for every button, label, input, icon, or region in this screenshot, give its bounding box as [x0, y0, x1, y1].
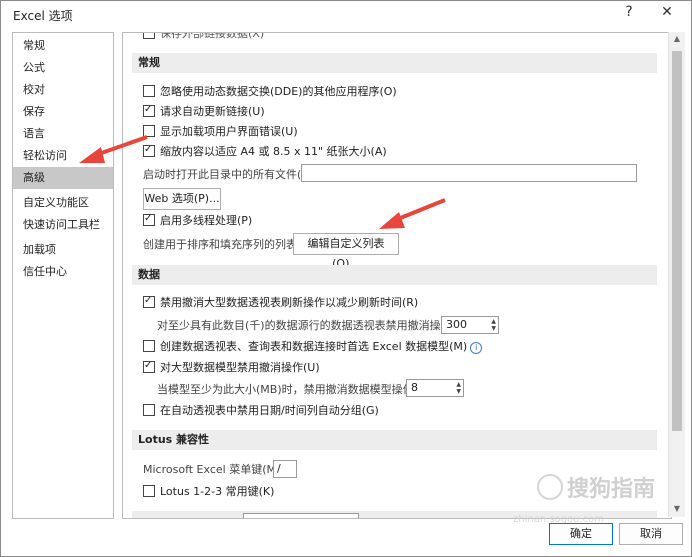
web-options-button[interactable]: Web 选项(P)... [143, 188, 221, 210]
ok-button[interactable]: 确定 [549, 523, 613, 545]
nav-item-advanced[interactable]: 高级 [13, 167, 113, 189]
nav-item-save[interactable]: 保存 [13, 101, 113, 123]
spinner-down-icon[interactable]: ▼ [456, 389, 461, 395]
model-size-label: 当模型至少为此大小(MB)时，禁用撤消数据模型操作(L): [157, 383, 433, 396]
pivot-rows-spinner[interactable]: 300 ▲ ▼ [441, 316, 499, 334]
edit-custom-lists-button[interactable]: 编辑自定义列表(O)... [293, 233, 399, 270]
option-prefer-excel-model[interactable]: 创建数据透视表、查询表和数据连接时首选 Excel 数据模型(M) i [143, 340, 483, 354]
close-icon[interactable]: ✕ [657, 4, 677, 22]
menu-key-input[interactable]: / [273, 460, 297, 478]
nav-item-trust-center[interactable]: 信任中心 [13, 261, 113, 283]
section-header-data: 数据 [132, 265, 657, 285]
startup-folder-input[interactable] [301, 164, 637, 182]
section-header-general: 常规 [132, 53, 657, 73]
options-content: 保存外部链接数据(X) 常规 忽略使用动态数据交换(DDE)的其他应用程序(O)… [122, 32, 672, 519]
window-title: Excel 选项 [13, 9, 73, 23]
nav-item-language[interactable]: 语言 [13, 123, 113, 145]
watermark-logo: 搜狗指南 [537, 471, 655, 503]
nav-item-proofing[interactable]: 校对 [13, 79, 113, 101]
nav-item-addins[interactable]: 加载项 [13, 239, 113, 261]
partial-dropdown[interactable] [243, 513, 359, 518]
left-navigation: 常规 公式 校对 保存 语言 轻松访问 高级 自定义功能区 快速访问工具栏 加载… [12, 32, 114, 519]
section-header-lotus: Lotus 兼容性 [132, 430, 657, 450]
nav-item-customize-ribbon[interactable]: 自定义功能区 [13, 192, 113, 214]
checkbox[interactable] [143, 212, 155, 226]
model-size-spinner[interactable]: 8 ▲ ▼ [406, 379, 464, 397]
cancel-button[interactable]: 取消 [619, 523, 683, 545]
checkbox[interactable] [143, 125, 155, 137]
watermark-icon [537, 474, 563, 500]
excel-options-dialog: Excel 选项 ? ✕ 常规 公式 校对 保存 语言 轻松访问 高级 自定义功… [0, 0, 692, 557]
option-disable-undo-pivot[interactable]: 禁用撤消大型数据透视表刷新操作以减少刷新时间(R) [143, 294, 418, 310]
option-multithread[interactable]: 启用多线程处理(P) [143, 212, 252, 228]
startup-folder-label: 启动时打开此目录中的所有文件(L): [143, 168, 316, 181]
scroll-down-icon[interactable]: ▼ [669, 502, 685, 516]
nav-item-accessibility[interactable]: 轻松访问 [13, 145, 113, 167]
option-ask-update-links[interactable]: 请求自动更新链接(U) [143, 103, 265, 119]
checkbox[interactable] [143, 404, 155, 416]
custom-lists-label: 创建用于排序和填充序列的列表: [143, 238, 301, 251]
option-show-addin-errors[interactable]: 显示加载项用户界面错误(U) [143, 125, 298, 139]
option-scale-content[interactable]: 缩放内容以适应 A4 或 8.5 x 11" 纸张大小(A) [143, 143, 387, 159]
option-disable-date-group[interactable]: 在自动透视表中禁用日期/时间列自动分组(G) [143, 404, 379, 418]
checkbox[interactable] [143, 85, 155, 97]
checkbox[interactable] [143, 340, 155, 352]
title-bar: Excel 选项 ? ✕ [1, 1, 691, 27]
menu-key-label: Microsoft Excel 菜单键(M): [143, 463, 284, 476]
checkbox[interactable] [143, 103, 155, 117]
pivot-rows-label: 对至少具有此数目(千)的数据源行的数据透视表禁用撤消操作(N): [157, 319, 473, 332]
nav-item-formulas[interactable]: 公式 [13, 57, 113, 79]
option-disable-undo-model[interactable]: 对大型数据模型禁用撤消操作(U) [143, 359, 320, 375]
nav-item-quick-access-toolbar[interactable]: 快速访问工具栏 [13, 214, 113, 236]
checkbox[interactable] [143, 33, 155, 39]
nav-item-general[interactable]: 常规 [13, 35, 113, 57]
scroll-thumb[interactable] [672, 51, 682, 431]
checkbox[interactable] [143, 294, 155, 308]
checkbox[interactable] [143, 143, 155, 157]
checkbox[interactable] [143, 359, 155, 373]
spinner-down-icon[interactable]: ▼ [491, 326, 496, 332]
scroll-up-icon[interactable]: ▲ [669, 32, 685, 46]
options-scrollbar[interactable]: ▲ ▼ [668, 32, 685, 517]
help-icon[interactable]: ? [619, 4, 639, 22]
checkbox[interactable] [143, 485, 155, 497]
option-lotus-keys[interactable]: Lotus 1-2-3 常用键(K) [143, 485, 274, 499]
option-save-external-links[interactable]: 保存外部链接数据(X) [143, 33, 264, 41]
info-icon: i [470, 342, 483, 354]
option-ignore-dde[interactable]: 忽略使用动态数据交换(DDE)的其他应用程序(O) [143, 85, 397, 99]
